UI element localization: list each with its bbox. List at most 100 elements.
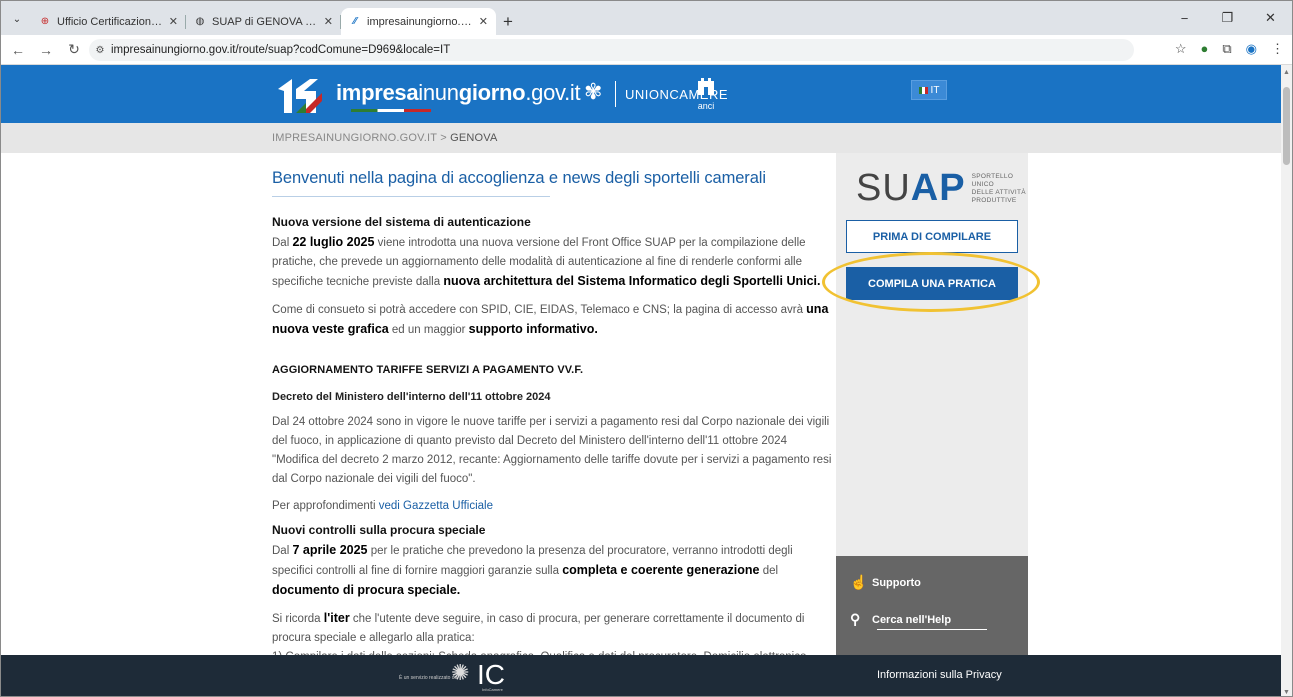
text: Si ricorda — [272, 613, 324, 625]
tagline-line: PRODUTTIVE — [971, 196, 1017, 204]
unioncamere-emblem-icon: ✾ — [584, 79, 603, 104]
breadcrumb-separator: > — [440, 132, 447, 144]
menu-dots-icon[interactable]: ⋮ — [1271, 41, 1284, 57]
globe-icon: ◍ — [195, 15, 205, 27]
warning-icon: ⊕ — [40, 15, 50, 27]
bold-text: documento di procura speciale. — [272, 583, 461, 597]
address-bar[interactable]: ⚙ impresainungiorno.gov.it/route/suap?co… — [89, 39, 1134, 61]
news-heading: Nuovi controlli sulla procura speciale — [272, 523, 486, 537]
page-title: Benvenuti nella pagina di accoglienza e … — [272, 169, 766, 187]
tab-ufficio[interactable]: ⊕ Ufficio Certificazioni impianti el... … — [31, 8, 186, 35]
url-text: impresainungiorno.gov.it/route/suap?codC… — [111, 44, 451, 56]
toolbar-icons: ☆ ● ⧉ ◉ ⋮ — [1175, 41, 1284, 57]
text: Come di consueto si potrà accedere con S… — [272, 304, 807, 316]
brand-part: .gov.it — [525, 80, 581, 105]
title-underline — [272, 196, 550, 197]
help-search-link[interactable]: ⚲ Cerca nell'Help — [850, 611, 951, 628]
tab-strip: ⌄ ⊕ Ufficio Certificazioni impianti el..… — [1, 1, 1292, 35]
hand-pointer-icon: ☝ — [850, 574, 868, 590]
site-logo-icon: ⁄⁄ — [353, 15, 357, 27]
news-paragraph: Dal 24 ottobre 2024 sono in vigore le nu… — [272, 416, 832, 485]
reload-icon[interactable]: ↻ — [63, 41, 85, 58]
help-label: Cerca nell'Help — [872, 613, 952, 626]
close-tab-icon[interactable]: ✕ — [479, 15, 488, 28]
tricolor-line — [351, 109, 431, 112]
anci-logo-icon: anci — [695, 77, 717, 111]
bold-text: completa e coerente generazione — [562, 563, 760, 577]
breadcrumb-root[interactable]: IMPRESAINUNGIORNO.GOV.IT — [272, 132, 437, 144]
back-arrow-icon[interactable]: ← — [7, 42, 29, 58]
main-content: Benvenuti nella pagina di accoglienza e … — [272, 169, 822, 197]
language-selector[interactable]: IT — [911, 80, 947, 100]
minimize-button[interactable]: − — [1163, 1, 1206, 35]
bold-text: supporto informativo. — [468, 322, 598, 336]
web-page: impresainungiorno.gov.it ✾ UNIONCAMERE a… — [1, 65, 1282, 696]
tab-suap-genova[interactable]: ◍ SUAP di GENOVA - impresainun... ✕ — [186, 8, 341, 35]
news-paragraph: Per approfondimenti vedi Gazzetta Uffici… — [272, 497, 832, 516]
text: Per approfondimenti — [272, 500, 379, 512]
support-link[interactable]: ☝ Supporto — [850, 574, 921, 591]
profile-icon[interactable]: ◉ — [1246, 41, 1257, 57]
suap-sidebar: SUAP SPORTELLO UNICO DELLE ATTIVITÀ PROD… — [822, 153, 1040, 696]
news-subheading: Decreto del Ministero dell'interno dell'… — [272, 391, 551, 403]
header-banner: impresainungiorno.gov.it ✾ UNIONCAMERE a… — [1, 65, 1282, 123]
suap-tagline: SPORTELLO UNICO DELLE ATTIVITÀ PRODUTTIV… — [972, 173, 1028, 205]
language-label: IT — [930, 84, 940, 96]
tab-impresainungiorno[interactable]: ⁄⁄ impresainungiorno.gov.it ✕ — [341, 8, 496, 35]
maximize-button[interactable]: ❐ — [1206, 1, 1249, 35]
news-heading: AGGIORNAMENTO TARIFFE SERVIZI A PAGAMENT… — [272, 364, 584, 376]
scrollbar-thumb[interactable] — [1283, 87, 1290, 165]
news-paragraph: Dal 7 aprile 2025 per le pratiche che pr… — [272, 541, 832, 601]
site-brand[interactable]: impresainungiorno.gov.it — [336, 80, 581, 106]
scroll-up-icon[interactable]: ▲ — [1283, 69, 1290, 76]
breadcrumb: IMPRESAINUNGIORNO.GOV.IT > GENOVA — [1, 123, 1282, 153]
italy-flag-icon — [918, 86, 928, 94]
privacy-link[interactable]: Informazioni sulla Privacy — [877, 669, 1002, 681]
compila-una-pratica-button[interactable]: COMPILA UNA PRATICA — [846, 267, 1018, 300]
new-tab-button[interactable]: + — [496, 8, 520, 35]
anci-text: anci — [697, 101, 715, 111]
brand-part: giorno — [458, 80, 526, 105]
brand-part: inun — [418, 80, 459, 105]
page-scrollbar[interactable]: ▲ ▼ — [1281, 65, 1292, 696]
divider — [615, 81, 616, 107]
suap-bold: AP — [910, 167, 966, 209]
puzzle-icon[interactable]: ⧉ — [1222, 41, 1231, 57]
bookmark-star-icon[interactable]: ☆ — [1175, 41, 1187, 57]
scroll-down-icon[interactable]: ▼ — [1283, 689, 1290, 696]
text: ed un maggior — [388, 324, 469, 336]
site-info-icon[interactable]: ⚙ — [89, 45, 111, 56]
text: che l'utente deve seguire, in caso di pr… — [272, 613, 805, 644]
bold-text: l'iter — [323, 611, 350, 625]
news-paragraph: Come di consueto si potrà accedere con S… — [272, 300, 832, 340]
news-paragraph: Dal 22 luglio 2025 viene introdotta una … — [272, 233, 832, 292]
tagline-line: DELLE ATTIVITÀ — [971, 188, 1026, 196]
impresa-logo-icon[interactable] — [276, 75, 324, 115]
tab-search-icon[interactable]: ⌄ — [7, 9, 27, 29]
browser-window: ⌄ ⊕ Ufficio Certificazioni impianti el..… — [0, 0, 1293, 697]
news-item: AGGIORNAMENTO TARIFFE SERVIZI A PAGAMENT… — [272, 361, 832, 516]
close-tab-icon[interactable]: ✕ — [169, 15, 178, 28]
text: del — [759, 565, 779, 577]
made-by-text: È un servizio realizzato da — [399, 675, 458, 681]
close-tab-icon[interactable]: ✕ — [324, 15, 333, 28]
tab-title: impresainungiorno.gov.it — [367, 15, 473, 28]
prima-di-compilare-button[interactable]: PRIMA DI COMPILARE — [846, 220, 1018, 253]
support-label: Supporto — [872, 576, 921, 589]
date: 7 aprile 2025 — [292, 543, 368, 557]
tab-title: SUAP di GENOVA - impresainun... — [212, 15, 318, 28]
forward-arrow-icon[interactable]: → — [35, 42, 57, 58]
breadcrumb-trail: IMPRESAINUNGIORNO.GOV.IT > GENOVA — [272, 132, 498, 144]
gazzetta-link[interactable]: vedi Gazzetta Ufficiale — [379, 500, 493, 512]
news-paragraph: Si ricorda l'iter che l'utente deve segu… — [272, 609, 832, 648]
extension-icon[interactable]: ● — [1201, 41, 1209, 57]
suap-logo: SUAP SPORTELLO UNICO DELLE ATTIVITÀ PROD… — [856, 167, 1028, 210]
date: 22 luglio 2025 — [292, 235, 375, 249]
news-item: Nuova versione del sistema di autenticaz… — [272, 213, 832, 340]
search-icon: ⚲ — [850, 611, 861, 627]
close-window-button[interactable]: ✕ — [1249, 1, 1292, 35]
help-underline — [877, 629, 987, 630]
